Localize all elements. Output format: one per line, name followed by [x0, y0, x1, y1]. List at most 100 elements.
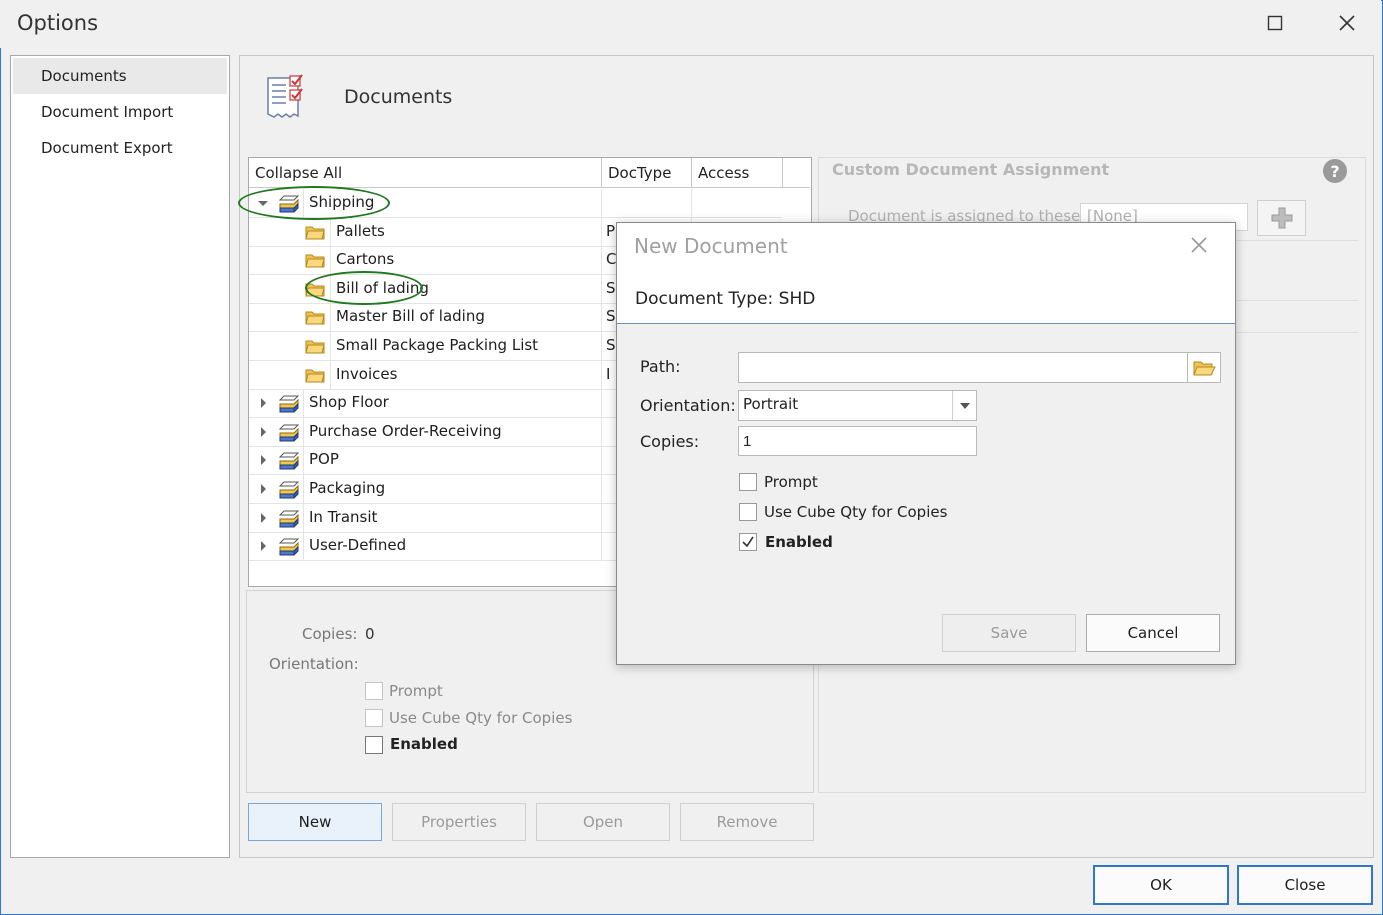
- doctype-value: P: [606, 221, 616, 240]
- path-input[interactable]: [738, 352, 1188, 383]
- document-stack-icon: [278, 538, 300, 556]
- cell-divider: [330, 332, 331, 360]
- document-stack-icon: [278, 424, 300, 442]
- ok-button[interactable]: OK: [1093, 865, 1229, 905]
- open-button[interactable]: Open: [536, 803, 670, 841]
- cube-qty-label: Use Cube Qty for Copies: [389, 709, 573, 727]
- help-icon[interactable]: ?: [1323, 159, 1347, 183]
- doctype-value: C: [606, 250, 617, 269]
- tree-row-label: Pallets: [336, 221, 385, 240]
- tree-row-label: In Transit: [309, 507, 378, 526]
- access-column-header[interactable]: Access: [692, 158, 783, 188]
- close-window-button[interactable]: [1324, 3, 1370, 43]
- cell-divider: [330, 360, 331, 389]
- doctype-value: S: [606, 336, 616, 354]
- expand-arrow-icon[interactable]: [261, 541, 266, 552]
- dialog-cube-qty-checkbox[interactable]: [739, 503, 757, 521]
- access-cell: [691, 189, 783, 217]
- nav-item-document-import[interactable]: Document Import: [13, 94, 227, 130]
- path-label: Path:: [640, 357, 681, 376]
- tree-row-label: Invoices: [336, 364, 398, 383]
- prompt-checkbox[interactable]: [365, 682, 383, 700]
- collapse-all-header[interactable]: Collapse All: [249, 158, 602, 188]
- cell-divider: [330, 303, 331, 332]
- folder-icon: [305, 226, 325, 240]
- highlight-annotation: [305, 271, 423, 305]
- checkmark-icon: [742, 536, 754, 548]
- dialog-enabled-label: Enabled: [765, 533, 833, 551]
- expand-arrow-icon[interactable]: [261, 398, 266, 409]
- enabled-checkbox[interactable]: [365, 736, 383, 754]
- dialog-close-button[interactable]: [1186, 232, 1212, 258]
- folder-icon: [305, 340, 325, 354]
- window-title: Options: [17, 11, 99, 35]
- add-assignment-button[interactable]: [1257, 200, 1306, 236]
- close-button[interactable]: Close: [1237, 865, 1373, 905]
- nav-item-document-export[interactable]: Document Export: [13, 130, 227, 166]
- cancel-button[interactable]: Cancel: [1086, 614, 1220, 652]
- dropdown-button[interactable]: [952, 391, 976, 420]
- expand-arrow-icon[interactable]: [261, 512, 266, 523]
- documents-checklist-icon: [267, 74, 303, 118]
- browse-folder-button[interactable]: [1187, 352, 1221, 383]
- folder-icon: [305, 311, 325, 325]
- save-button[interactable]: Save: [942, 614, 1076, 652]
- expand-arrow-icon[interactable]: [261, 484, 266, 494]
- close-icon: [1339, 15, 1355, 31]
- prompt-label: Prompt: [389, 682, 443, 700]
- folder-icon: [305, 369, 325, 383]
- tree-row-label: Packaging: [309, 479, 386, 497]
- document-type-text: Document Type: SHD: [635, 289, 816, 309]
- tree-row-label: POP: [309, 450, 339, 469]
- document-stack-icon: [278, 481, 300, 499]
- open-folder-icon: [1193, 361, 1216, 375]
- dialog-prompt-checkbox[interactable]: [739, 473, 757, 491]
- cell-divider: [303, 389, 304, 418]
- doctype-value: S: [606, 278, 616, 297]
- orientation-value: Portrait: [743, 395, 799, 413]
- tree-row-label: Purchase Order-Receiving: [309, 421, 502, 440]
- chevron-down-icon: [959, 402, 970, 409]
- cell-divider: [303, 532, 304, 561]
- nav-item-label: Document Export: [41, 139, 173, 157]
- document-stack-icon: [278, 510, 300, 528]
- orientation-select[interactable]: Portrait: [738, 390, 977, 421]
- document-stack-icon: [278, 452, 300, 470]
- doctype-value: S: [606, 307, 616, 326]
- properties-button[interactable]: Properties: [392, 803, 526, 841]
- tree-row-label: User-Defined: [309, 536, 407, 555]
- cell-divider: [303, 475, 304, 503]
- cell-divider: [303, 417, 304, 446]
- cell-divider: [330, 246, 331, 275]
- title-bar: [0, 0, 1381, 48]
- doctype-cell: [601, 189, 691, 217]
- header-spacer: [783, 158, 810, 188]
- enabled-label: Enabled: [390, 735, 458, 753]
- page-title: Documents: [344, 86, 453, 108]
- dialog-prompt-label: Prompt: [764, 473, 818, 491]
- expand-arrow-icon[interactable]: [261, 426, 266, 437]
- doctype-column-header[interactable]: DocType: [602, 158, 692, 188]
- expand-arrow-icon[interactable]: [261, 455, 266, 466]
- tree-row-label: Master Bill of lading: [336, 307, 485, 326]
- nav-item-label: Documents: [41, 67, 127, 85]
- orientation-label: Orientation:: [640, 396, 736, 415]
- maximize-button[interactable]: [1252, 3, 1298, 43]
- cube-qty-checkbox[interactable]: [365, 709, 383, 727]
- nav-item-documents[interactable]: Documents: [13, 58, 227, 94]
- remove-button[interactable]: Remove: [680, 803, 814, 841]
- dialog-enabled-checkbox[interactable]: [739, 533, 757, 551]
- doctype-value: I: [606, 364, 611, 383]
- cell-divider: [330, 217, 331, 246]
- document-stack-icon: [278, 395, 300, 413]
- dialog-title: New Document: [634, 234, 788, 258]
- new-button[interactable]: New: [248, 803, 382, 841]
- tree-row-label: Cartons: [336, 250, 395, 269]
- copies-label: Copies:: [302, 625, 358, 643]
- custom-assignment-title: Custom Document Assignment: [832, 160, 1110, 179]
- copies-input[interactable]: [738, 426, 977, 456]
- tree-row-label: Shop Floor: [309, 393, 389, 412]
- dialog-cube-qty-label: Use Cube Qty for Copies: [764, 503, 948, 521]
- nav-item-label: Document Import: [41, 103, 174, 121]
- close-icon: [1191, 237, 1207, 253]
